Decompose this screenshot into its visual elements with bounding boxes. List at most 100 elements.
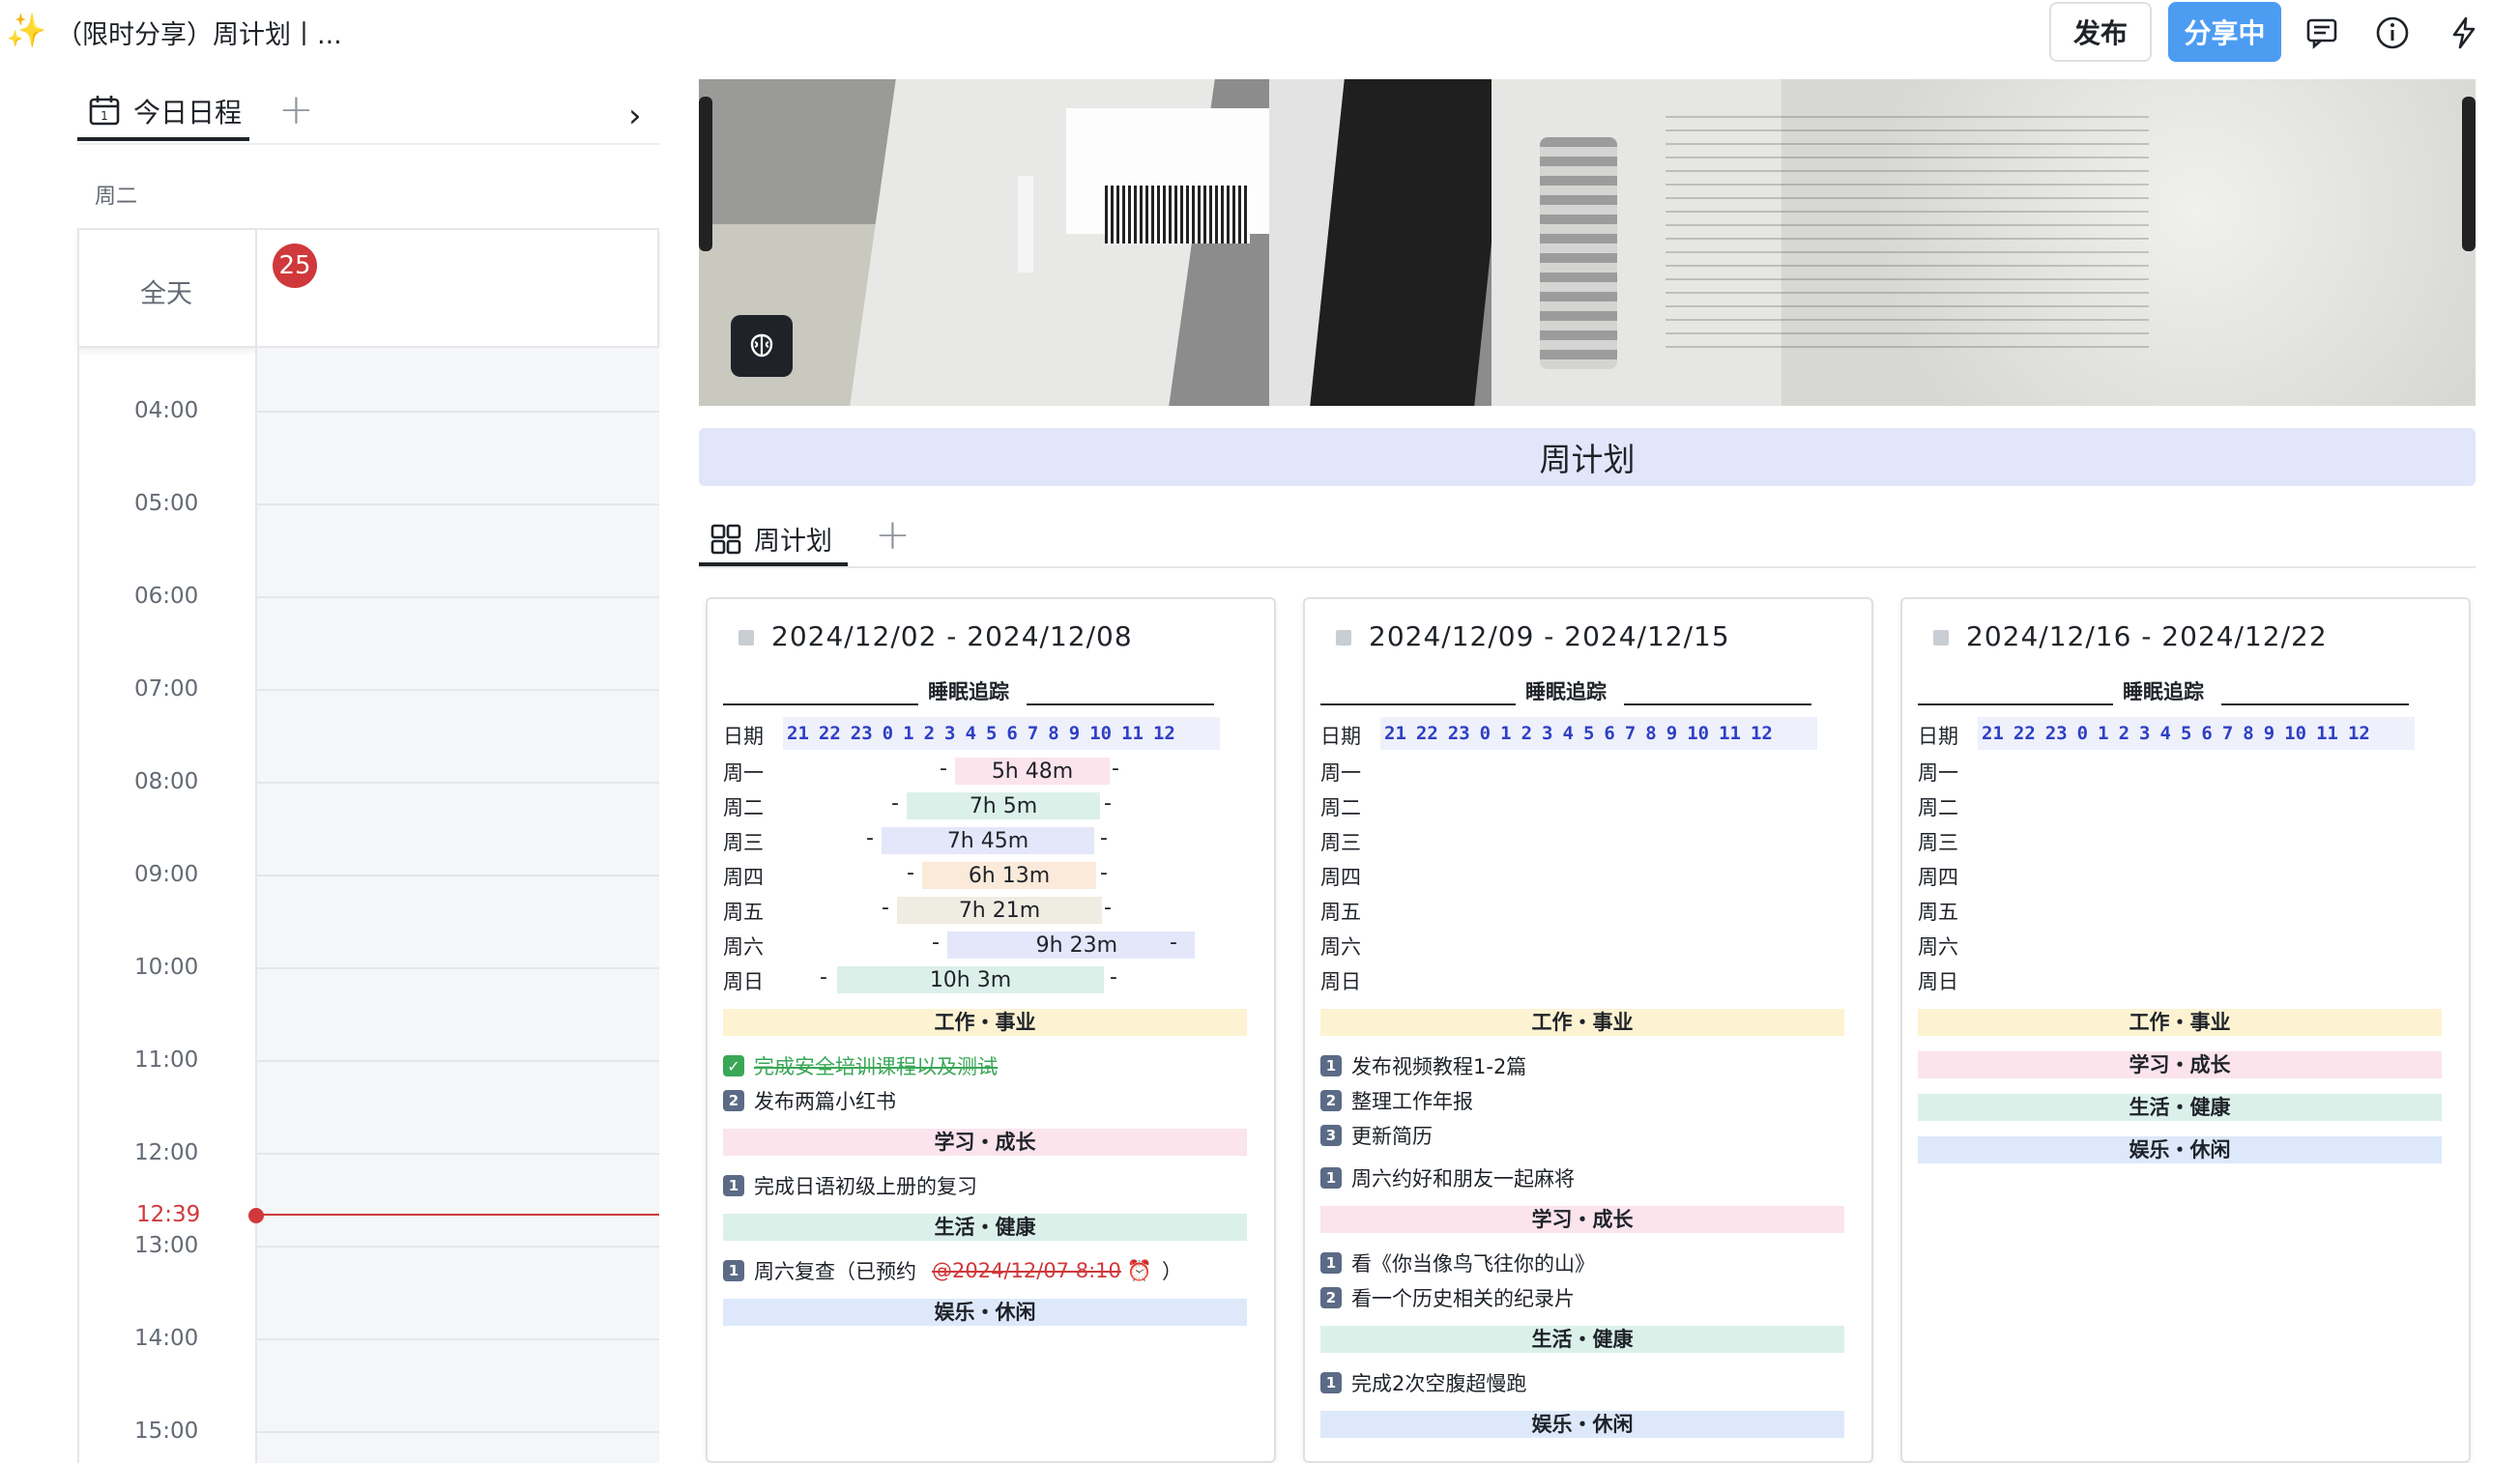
chevron-right-icon[interactable]: › <box>628 97 642 135</box>
day-label: 周一 <box>1320 761 1361 785</box>
share-button[interactable]: 分享中 <box>2168 2 2281 62</box>
ruler-tick: 2 <box>923 723 936 744</box>
add-tab-icon[interactable]: + <box>278 85 314 134</box>
ruler-tick: 11 <box>2316 723 2338 744</box>
sleep-tracking-header: 睡眠追踪 <box>1918 676 2409 711</box>
bar-dash: - <box>1170 931 1177 955</box>
date-label: 日期 <box>723 725 764 748</box>
bar-dash: - <box>1100 826 1108 850</box>
hour-label: 05:00 <box>134 491 199 516</box>
info-icon[interactable] <box>2371 12 2414 54</box>
sleep-bar: 6h 13m <box>922 862 1096 889</box>
day-column[interactable] <box>255 348 659 1463</box>
ruler-tick: 10 <box>1687 723 1710 744</box>
day-label: 周四 <box>1320 866 1361 889</box>
task-item[interactable]: 1 周六约好和朋友一起麻将 <box>1320 1163 1575 1192</box>
sleep-bar: 7h 5m <box>907 792 1100 819</box>
sleep-bar: 7h 45m <box>882 827 1094 854</box>
number-1-icon: 1 <box>1320 1167 1342 1189</box>
number-1-icon: 1 <box>723 1260 744 1281</box>
task-item[interactable]: 2 看一个历史相关的纪录片 <box>1320 1283 1575 1312</box>
task-item[interactable]: 1 完成2次空腹超慢跑 <box>1320 1368 1526 1397</box>
hour-line <box>255 875 659 876</box>
ruler-tick: 10 <box>2284 723 2307 744</box>
publish-button[interactable]: 发布 <box>2049 2 2152 62</box>
day-label: 周三 <box>1320 831 1361 854</box>
ruler-tick: 7 <box>1624 723 1637 744</box>
week-range: 2024/12/02 - 2024/12/08 <box>771 620 1133 652</box>
allday-label: 全天 <box>140 279 192 309</box>
svg-text:1: 1 <box>101 109 108 123</box>
category-life: 生活・健康 <box>1918 1094 2442 1121</box>
ruler-tick: 21 <box>787 723 809 744</box>
card-checkbox-icon[interactable] <box>1933 630 1949 645</box>
task-item[interactable]: 2 整理工作年报 <box>1320 1086 1473 1115</box>
bar-dash: - <box>820 965 827 990</box>
ruler-tick: 22 <box>818 723 841 744</box>
document-title[interactable]: （限时分享）周计划丨... <box>56 14 342 51</box>
task-item[interactable]: 1 完成日语初级上册的复习 <box>723 1171 977 1200</box>
card-checkbox-icon[interactable] <box>739 630 754 645</box>
day-label: 周二 <box>723 796 764 819</box>
date-badge[interactable]: 25 <box>273 244 317 288</box>
week-card[interactable]: 2024/12/02 - 2024/12/08 睡眠追踪 日期 21 22 23 0 1… <box>706 597 1276 1463</box>
day-label: 周二 <box>1320 796 1361 819</box>
ruler-tick: 9 <box>2263 723 2275 744</box>
hour-label: 08:00 <box>134 769 199 794</box>
week-card[interactable]: 2024/12/09 - 2024/12/15 睡眠追踪 日期 21 22 23 0 1… <box>1303 597 1873 1463</box>
hour-label: 06:00 <box>134 584 199 609</box>
ruler-tick: 10 <box>1089 723 1113 744</box>
ruler-tick: 6 <box>1006 723 1018 744</box>
ruler-tick: 3 <box>2139 723 2151 744</box>
lightning-icon[interactable] <box>2443 12 2485 54</box>
tab-weekly-plan[interactable]: 周计划 <box>754 520 832 558</box>
scroll-handle[interactable] <box>699 97 712 251</box>
tab-today-schedule[interactable]: 今日日程 <box>133 92 242 130</box>
ruler-tick: 21 <box>1384 723 1406 744</box>
ruler-tick: 0 <box>2076 723 2089 744</box>
ruler-tick: 8 <box>2243 723 2254 744</box>
ruler-tick: 3 <box>944 723 956 744</box>
number-2-icon: 2 <box>723 1090 744 1111</box>
category-life: 生活・健康 <box>1320 1326 1844 1353</box>
card-checkbox-icon[interactable] <box>1336 630 1351 645</box>
sleep-tracking-header: 睡眠追踪 <box>1320 676 1811 711</box>
active-tab-indicator <box>77 137 249 141</box>
day-label: 周四 <box>1918 866 1958 889</box>
ruler-tick: 7 <box>1027 723 1039 744</box>
task-item[interactable]: ✓ 完成安全培训课程以及测试 <box>723 1051 998 1080</box>
comment-icon[interactable] <box>2301 12 2343 54</box>
hour-line <box>255 1060 659 1062</box>
brain-icon[interactable] <box>731 315 793 377</box>
task-item[interactable]: 1 发布视频教程1-2篇 <box>1320 1051 1526 1080</box>
day-label: 周日 <box>1320 970 1361 993</box>
current-time-dot <box>248 1208 264 1223</box>
checkmark-icon[interactable]: ✓ <box>723 1055 744 1076</box>
hour-line <box>255 689 659 691</box>
ruler-tick: 5 <box>1582 723 1595 744</box>
add-view-icon[interactable]: + <box>875 510 911 559</box>
day-label: 周三 <box>723 831 764 854</box>
bar-dash: - <box>866 826 874 850</box>
sleep-bar: 5h 48m <box>955 758 1110 785</box>
ruler-tick: 9 <box>1666 723 1678 744</box>
hour-label: 09:00 <box>134 862 199 887</box>
hour-label: 12:00 <box>134 1140 199 1165</box>
day-label: 周日 <box>723 970 764 993</box>
sparkle-icon: ✨ <box>6 12 47 50</box>
sleep-title: 睡眠追踪 <box>928 680 1009 703</box>
sleep-bar: 9h 23m <box>947 932 1195 959</box>
task-item[interactable]: 1 周六复查（已预约 @2024/12/07 8:10 ⏰） <box>723 1256 1182 1285</box>
date-mention[interactable]: @2024/12/07 8:10 <box>932 1259 1121 1282</box>
task-item[interactable]: 2 发布两篇小红书 <box>723 1086 896 1115</box>
top-bar: ✨ （限时分享）周计划丨... 发布 分享中 <box>0 0 2520 64</box>
scroll-handle[interactable] <box>2462 97 2476 251</box>
category-study: 学习・成长 <box>1918 1051 2442 1078</box>
task-item[interactable]: 3 更新简历 <box>1320 1121 1433 1150</box>
task-item[interactable]: 1 看《你当像鸟飞往你的山》 <box>1320 1248 1595 1277</box>
bar-dash: - <box>1100 861 1108 885</box>
ruler-tick: 12 <box>2347 723 2370 744</box>
cover-image <box>699 79 2476 406</box>
week-card[interactable]: 2024/12/16 - 2024/12/22 睡眠追踪 日期 21 22 23 0 1… <box>1900 597 2471 1463</box>
hour-label: 14:00 <box>134 1326 199 1351</box>
